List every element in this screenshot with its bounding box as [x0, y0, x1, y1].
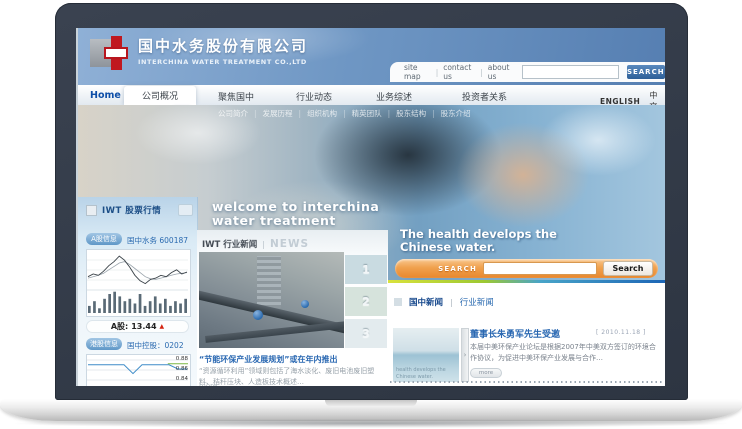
header-search-button[interactable]: SEARCH: [627, 65, 665, 79]
stock-panel-title: IWT 股票行情: [102, 204, 161, 216]
nav-item-investor[interactable]: 投资者关系: [462, 90, 507, 103]
pager-button-3[interactable]: 3: [345, 319, 387, 348]
photo-valve-detail: [301, 300, 309, 308]
nav-item-focus[interactable]: 聚焦国中: [218, 90, 254, 103]
a-share-badge: A股信息: [86, 233, 122, 245]
submenu-item[interactable]: 股东结构: [396, 108, 426, 119]
welcome-heading: welcome to interchina water treatment: [212, 200, 379, 229]
price-value: 13.44: [131, 322, 156, 331]
center-news-separator: |: [262, 240, 265, 249]
h-share-badge: 港股信息: [86, 338, 122, 350]
nav-item-industry[interactable]: 行业动态: [296, 90, 332, 103]
a-share-price: A股: 13.44 ▲: [86, 320, 189, 333]
hero-search-input[interactable]: [483, 262, 597, 275]
utility-separator: |: [480, 68, 483, 77]
chart-tick: 0.86: [176, 366, 188, 372]
tab-separator: |: [450, 298, 453, 307]
center-news-more-link[interactable]: more: [199, 382, 217, 386]
news-item-more-button[interactable]: more: [470, 368, 502, 378]
pager-button-1[interactable]: 1: [345, 255, 387, 284]
photo-valve-detail: [253, 310, 263, 320]
news-item-title[interactable]: 董事长朱勇军先生受邀: [470, 327, 560, 340]
nav-item-business[interactable]: 业务综述: [376, 90, 412, 103]
site-header: 国中水务股份有限公司 INTERCHINA WATER TREATMENT CO…: [78, 28, 665, 85]
nav-item-home[interactable]: Home: [90, 90, 121, 101]
submenu-separator: |: [343, 109, 346, 118]
thumbnail-next-arrow[interactable]: ›: [461, 328, 469, 382]
utility-bar: site map | contact us | about us SEARCH: [390, 62, 665, 82]
news-item-body: 本届中美环保产业论坛是根据2007年中美双方签订的环境合作协议，为促进中美环保产…: [470, 342, 656, 364]
h-share-chart-box: 0.88 0.86 0.84: [86, 354, 191, 386]
photo-ladder-detail: [257, 256, 281, 308]
link-site-map[interactable]: site map: [404, 63, 431, 81]
chart-tick: 0.88: [176, 356, 188, 362]
link-about-us[interactable]: about us: [488, 63, 515, 81]
laptop-base-notch: [325, 400, 417, 407]
hero-search-button[interactable]: Search: [603, 261, 653, 276]
submenu-separator: |: [299, 109, 302, 118]
slogan-line2: Chinese water.: [400, 241, 557, 254]
hero-slogan: The health develops the Chinese water.: [400, 228, 557, 254]
submenu-separator: |: [254, 109, 257, 118]
browser-screen: 国中水务股份有限公司 INTERCHINA WATER TREATMENT CO…: [78, 28, 665, 386]
company-name-zh: 国中水务股份有限公司: [138, 35, 308, 56]
photo-pipe-detail: [205, 320, 344, 343]
a-share-chart-box: [86, 249, 191, 317]
hero-search-label: SEARCH: [438, 265, 477, 273]
tab-company-news[interactable]: 国中新闻: [409, 296, 443, 308]
center-news-header: IWT 行业新闻 | NEWS: [202, 238, 309, 250]
submenu-separator: |: [432, 109, 435, 118]
pager-button-2[interactable]: 2: [345, 287, 387, 316]
price-up-icon: ▲: [160, 323, 165, 330]
tab-bullet-icon: [394, 298, 402, 306]
panel-bullet-icon: [86, 205, 97, 216]
thumbnail-caption: health develops the Chinese water.: [396, 367, 454, 380]
laptop-shadow: [15, 419, 727, 428]
main-nav: Home 公司概况 聚焦国中 行业动态 业务综述 投资者关系 ENGLISH 中…: [78, 85, 665, 106]
dotted-divider: [390, 381, 662, 383]
submenu-item[interactable]: 发展历程: [263, 108, 293, 119]
submenu-item[interactable]: 精英团队: [352, 108, 382, 119]
link-contact-us[interactable]: contact us: [443, 63, 475, 81]
nav-item-label: 公司概况: [142, 89, 178, 102]
header-search-input[interactable]: [522, 65, 619, 79]
hero-submenu: 公司简介 | 发展历程 | 组织机构 | 精英团队 | 股东结构 | 股东介绍: [218, 108, 471, 119]
company-name-en: INTERCHINA WATER TREATMENT CO.,LTD: [138, 58, 307, 66]
h-share-name[interactable]: 国中控股：0202: [127, 340, 184, 351]
nav-item-company-profile[interactable]: 公司概况: [124, 86, 196, 105]
stock-panel-header: IWT 股票行情: [86, 204, 161, 216]
a-share-name[interactable]: 国中水务 600187: [127, 235, 188, 246]
h-share-chart: [87, 355, 188, 385]
news-item-date: [ 2010.11.18 ]: [596, 329, 646, 336]
a-share-chart: [87, 250, 188, 314]
submenu-item[interactable]: 组织机构: [307, 108, 337, 119]
tab-industry-news[interactable]: 行业新闻: [460, 296, 494, 308]
laptop-mockup: 国中水务股份有限公司 INTERCHINA WATER TREATMENT CO…: [0, 0, 742, 429]
submenu-separator: |: [388, 109, 391, 118]
center-news-body: “资源循环利用”领域则包括了海水淡化、废旧电池废旧塑料、秸秆压块、人造板技术概述…: [199, 366, 383, 386]
price-label: A股:: [111, 321, 128, 332]
submenu-item[interactable]: 股东介绍: [441, 108, 471, 119]
panel-collapse-button[interactable]: [178, 204, 193, 216]
welcome-line2: water treatment: [212, 214, 379, 228]
news-tabs: 国中新闻 | 行业新闻: [394, 296, 494, 308]
hero-search-bar: SEARCH Search: [395, 259, 658, 278]
center-news-title-zh: IWT 行业新闻: [202, 238, 257, 250]
news-thumbnail[interactable]: health develops the Chinese water.: [393, 328, 459, 382]
plant-photo[interactable]: [199, 252, 344, 348]
submenu-item[interactable]: 公司简介: [218, 108, 248, 119]
center-news-title-en: NEWS: [270, 238, 309, 250]
center-news-headline[interactable]: “节能环保产业发展规划”或在年内推出: [199, 354, 387, 365]
chart-tick: 0.84: [176, 376, 188, 382]
utility-separator: |: [436, 68, 439, 77]
company-logo-icon: [90, 36, 132, 70]
